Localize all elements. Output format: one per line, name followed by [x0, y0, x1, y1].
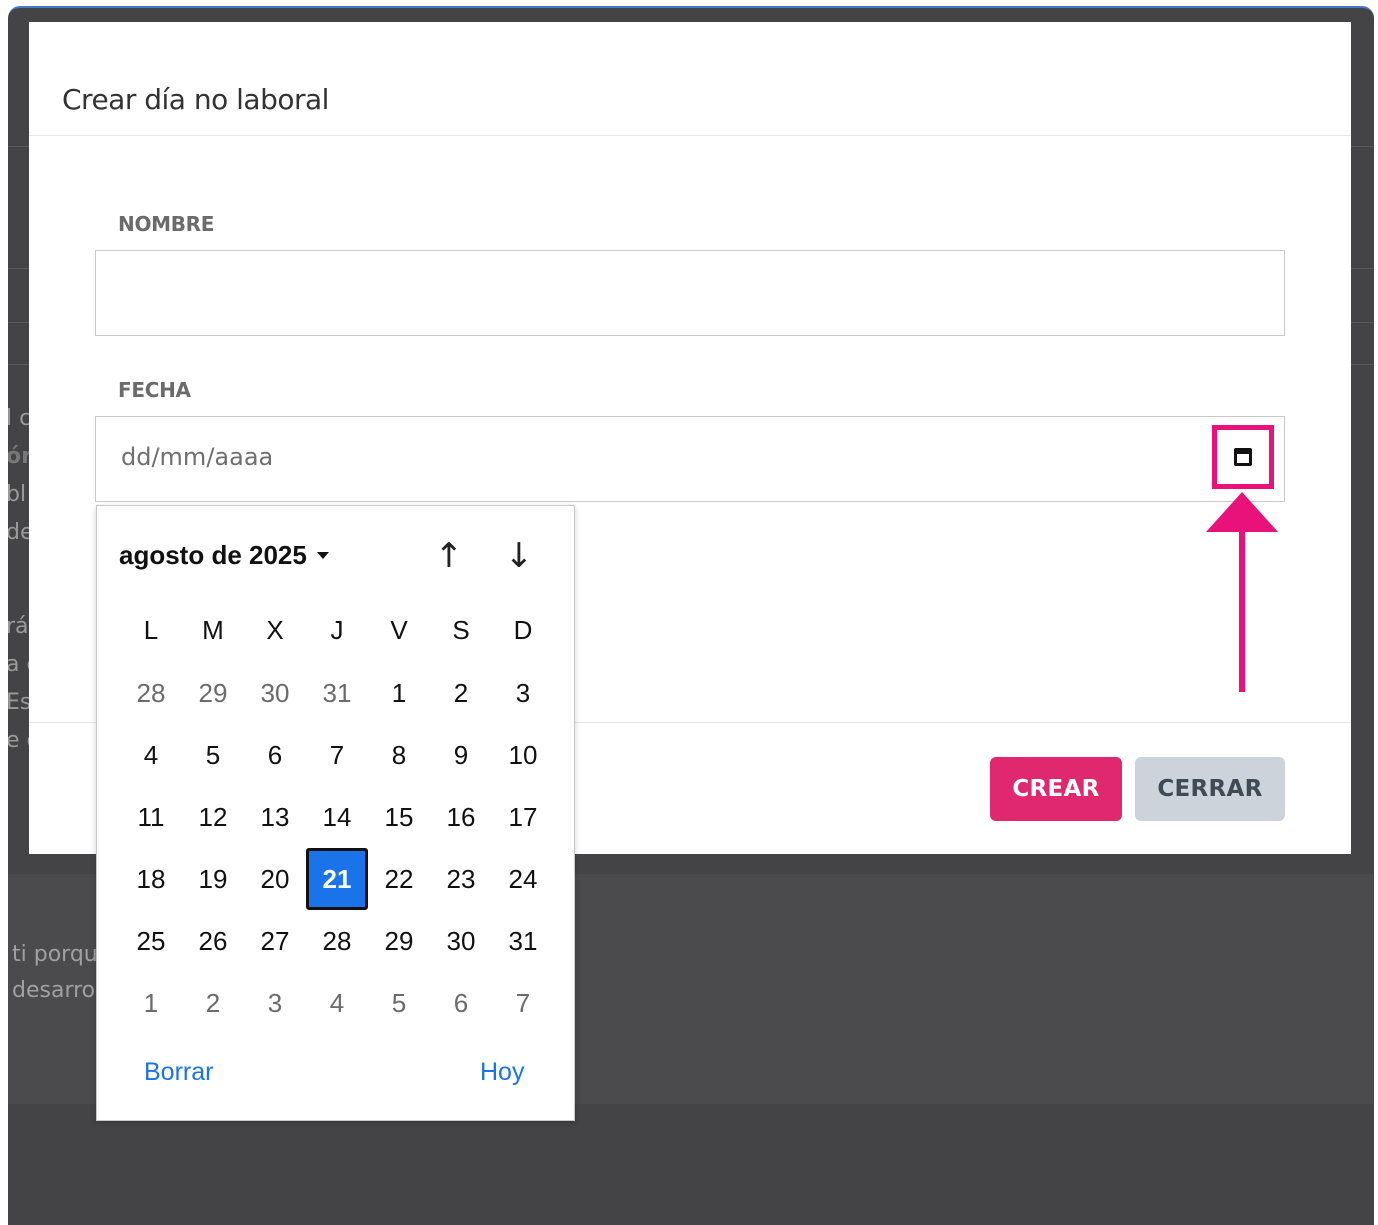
calendar-day[interactable]: 22 [368, 848, 430, 910]
background-text: bl [8, 482, 27, 507]
modal-title: Crear día no laboral [62, 83, 329, 117]
calendar-day[interactable]: 19 [182, 848, 244, 910]
calendar-day-outside-month[interactable]: 1 [120, 972, 182, 1034]
calendar-day[interactable]: 18 [120, 848, 182, 910]
calendar-day[interactable]: 6 [244, 724, 306, 786]
calendar-day[interactable]: 27 [244, 910, 306, 972]
calendar-day[interactable]: 12 [182, 786, 244, 848]
weekday-header: L [143, 614, 159, 645]
fecha-date-input[interactable]: dd/mm/aaaa [95, 416, 1285, 502]
nombre-input[interactable] [95, 250, 1285, 336]
annotation-arrow-shaft [1239, 530, 1245, 692]
calendar-day-outside-month[interactable]: 3 [244, 972, 306, 1034]
month-year-selector[interactable]: agosto de 2025 [119, 540, 329, 571]
calendar-day[interactable]: 10 [492, 724, 554, 786]
calendar-day[interactable]: 9 [430, 724, 492, 786]
calendar-day[interactable]: 2 [430, 662, 492, 724]
today-button[interactable]: Hoy [480, 1058, 524, 1087]
calendar-day[interactable]: 14 [306, 786, 368, 848]
calendar-day-outside-month[interactable]: 30 [244, 662, 306, 724]
arrow-up-icon[interactable]: ↑ [429, 534, 469, 578]
background-text: rá [8, 614, 29, 639]
calendar-day[interactable]: 31 [492, 910, 554, 972]
modal-header: Crear día no laboral [29, 22, 1351, 136]
calendar-picker-button[interactable] [1212, 425, 1274, 489]
calendar-day[interactable]: 1 [368, 662, 430, 724]
calendar-icon [1234, 448, 1252, 466]
calendar-day[interactable]: 8 [368, 724, 430, 786]
fecha-label: FECHA [118, 378, 191, 402]
nombre-label: NOMBRE [118, 212, 215, 236]
close-button[interactable]: CERRAR [1135, 757, 1285, 821]
calendar-day-outside-month[interactable]: 29 [182, 662, 244, 724]
calendar-day[interactable]: 23 [430, 848, 492, 910]
create-button[interactable]: CREAR [990, 757, 1122, 821]
weekday-header: S [452, 614, 470, 645]
month-year-label: agosto de 2025 [119, 540, 307, 570]
calendar-day-outside-month[interactable]: 28 [120, 662, 182, 724]
weekday-header: M [202, 614, 224, 645]
background-text: Es [8, 690, 32, 715]
calendar-day[interactable]: 13 [244, 786, 306, 848]
calendar-day[interactable]: 20 [244, 848, 306, 910]
calendar-day[interactable]: 5 [182, 724, 244, 786]
calendar-day-outside-month[interactable]: 7 [492, 972, 554, 1034]
calendar-day[interactable]: 3 [492, 662, 554, 724]
calendar-day-outside-month[interactable]: 5 [368, 972, 430, 1034]
calendar-day[interactable]: 25 [120, 910, 182, 972]
calendar-day[interactable]: 11 [120, 786, 182, 848]
fecha-placeholder: dd/mm/aaaa [121, 443, 274, 471]
calendar-day[interactable]: 30 [430, 910, 492, 972]
calendar-day[interactable]: 24 [492, 848, 554, 910]
calendar-day[interactable]: 16 [430, 786, 492, 848]
weekday-header: V [390, 614, 408, 645]
caret-down-icon [316, 552, 329, 559]
calendar-day[interactable]: 28 [306, 910, 368, 972]
background-text: desarro [12, 978, 96, 1003]
weekday-header: J [330, 614, 344, 645]
calendar-day-outside-month[interactable]: 31 [306, 662, 368, 724]
date-picker-popup: agosto de 2025 ↑ ↓ L M X J V S D 28 29 30 31 1 2 3 4 5 6… [96, 505, 575, 1121]
calendar-grid: L M X J V S D 28 29 30 31 1 2 3 4 5 6 7 8 9 10 11 12 13 14 15 16 17… [120, 598, 554, 1034]
calendar-day-outside-month[interactable]: 2 [182, 972, 244, 1034]
background-text: l c [8, 406, 32, 431]
annotation-arrow-head [1206, 492, 1278, 532]
arrow-down-icon[interactable]: ↓ [499, 534, 539, 578]
weekday-header: D [513, 614, 533, 645]
calendar-day[interactable]: 15 [368, 786, 430, 848]
clear-date-button[interactable]: Borrar [144, 1058, 213, 1087]
calendar-day[interactable]: 4 [120, 724, 182, 786]
weekday-header: X [266, 614, 284, 645]
background-text: ti porqu [12, 942, 98, 967]
calendar-day[interactable]: 29 [368, 910, 430, 972]
calendar-day-outside-month[interactable]: 6 [430, 972, 492, 1034]
calendar-day[interactable]: 7 [306, 724, 368, 786]
calendar-day[interactable]: 17 [492, 786, 554, 848]
calendar-day-outside-month[interactable]: 4 [306, 972, 368, 1034]
calendar-day-selected[interactable]: 21 [306, 848, 368, 910]
calendar-day[interactable]: 26 [182, 910, 244, 972]
